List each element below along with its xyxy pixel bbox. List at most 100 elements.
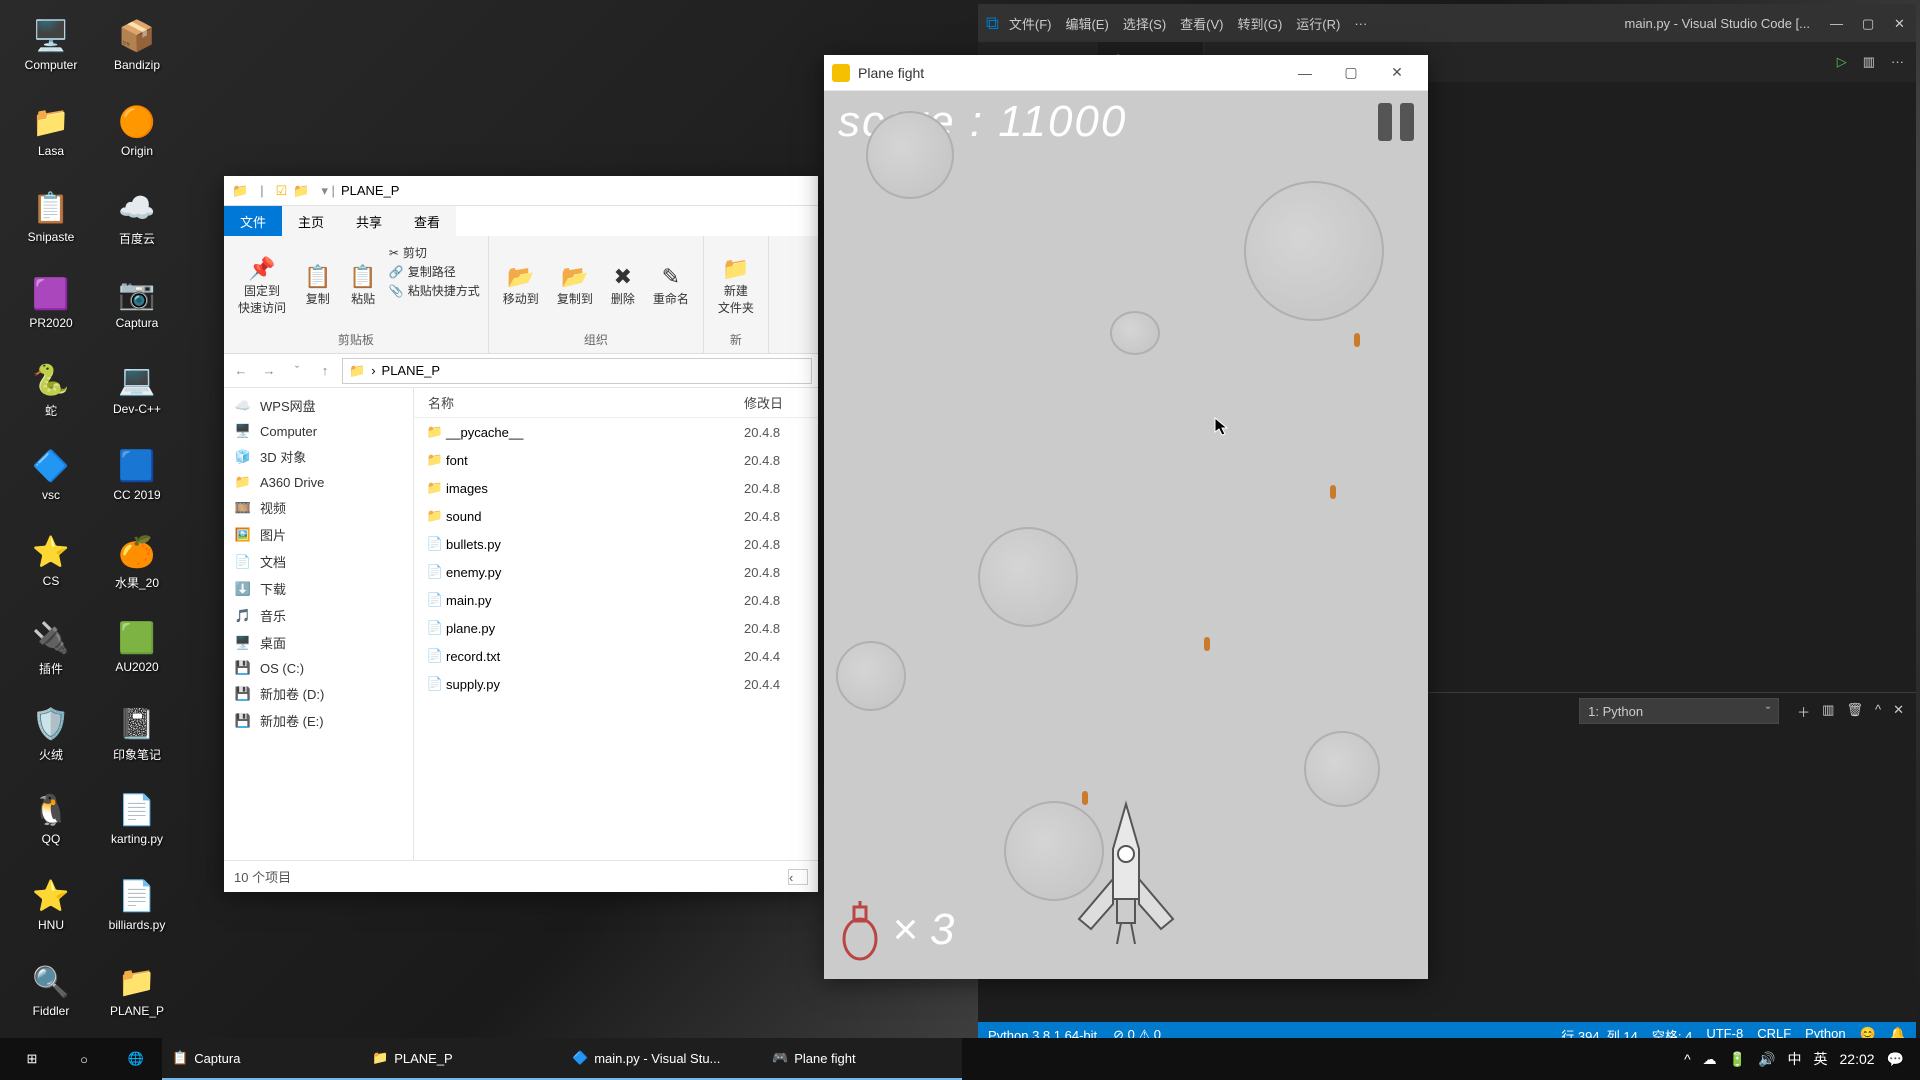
pin-quickaccess-button[interactable]: 📌固定到 快速访问 [232, 240, 292, 331]
file-list[interactable]: 📁__pycache__20.4.8📁font20.4.8📁images20.4… [414, 418, 818, 698]
file-row[interactable]: 📄plane.py20.4.8 [414, 614, 818, 642]
move-to-button[interactable]: 📂移动到 [497, 240, 545, 331]
menu-item[interactable]: 查看(V) [1180, 14, 1223, 33]
file-row[interactable]: 📁sound20.4.8 [414, 502, 818, 530]
desktop-icon[interactable]: 📁PLANE_P [94, 954, 180, 1040]
nav-item[interactable]: 📁A360 Drive [224, 470, 413, 494]
desktop-icon[interactable]: 📦Bandizip [94, 8, 180, 94]
nav-item[interactable]: 💾OS (C:) [224, 656, 413, 680]
col-date[interactable]: 修改日 [744, 393, 818, 412]
file-row[interactable]: 📄record.txt20.4.4 [414, 642, 818, 670]
path-segment[interactable]: PLANE_P [382, 363, 441, 378]
file-row[interactable]: 📁__pycache__20.4.8 [414, 418, 818, 446]
ime2-icon[interactable]: 英 [1814, 1049, 1828, 1069]
game-canvas[interactable]: score : 11000 [824, 91, 1428, 979]
new-terminal-button[interactable]: ＋ [1797, 702, 1810, 721]
nav-item[interactable]: 🎵音乐 [224, 602, 413, 629]
desktop-icon[interactable]: 🐧QQ [8, 782, 94, 868]
onedrive-icon[interactable]: ☁ [1703, 1051, 1717, 1068]
vscode-titlebar[interactable]: ⧉ 文件(F)编辑(E)选择(S)查看(V)转到(G)运行(R) ··· mai… [978, 4, 1916, 42]
copy-button[interactable]: 📋复制 [298, 240, 337, 331]
paste-button[interactable]: 📋粘贴 [343, 240, 382, 331]
battery-icon[interactable]: 🔋 [1729, 1051, 1746, 1068]
copy-to-button[interactable]: 📂复制到 [551, 240, 599, 331]
rename-button[interactable]: ✎重命名 [647, 240, 695, 331]
desktop-icon[interactable]: 📷Captura [94, 266, 180, 352]
close-button[interactable]: ✕ [1894, 16, 1908, 30]
paste-shortcut-button[interactable]: 📎 粘贴快捷方式 [389, 282, 480, 299]
up-button[interactable]: ↑ [314, 363, 336, 378]
nav-item[interactable]: 🖥️Computer [224, 419, 413, 443]
desktop-icon[interactable]: 📄billiards.py [94, 868, 180, 954]
address-bar[interactable]: 📁 › PLANE_P [342, 358, 812, 384]
file-row[interactable]: 📄enemy.py20.4.8 [414, 558, 818, 586]
scroll-left[interactable]: ‹ [788, 869, 808, 885]
menu-item[interactable]: 选择(S) [1123, 14, 1166, 33]
kill-terminal-button[interactable]: 🗑 [1846, 702, 1863, 721]
pause-button[interactable] [1378, 103, 1414, 141]
taskbar-app[interactable]: 🔷main.py - Visual Stu... [562, 1038, 762, 1080]
desktop-icon[interactable]: 🟩AU2020 [94, 610, 180, 696]
tray-chevron[interactable]: ^ [1684, 1051, 1691, 1067]
desktop-icon[interactable]: ☁️百度云 [94, 180, 180, 266]
desktop-icon[interactable]: 🖥️Computer [8, 8, 94, 94]
desktop-icon[interactable]: 💻Dev-C++ [94, 352, 180, 438]
explorer-titlebar[interactable]: 📁 | ☑ 📁 ▾ | PLANE_P [224, 176, 818, 206]
ribbon-tab[interactable]: 主页 [282, 206, 340, 236]
menu-item[interactable]: 运行(R) [1296, 14, 1340, 33]
notifications-button[interactable]: 💬 [1887, 1051, 1904, 1068]
history-button[interactable]: ˇ [286, 363, 308, 378]
col-name[interactable]: 名称 [414, 393, 744, 412]
close-terminal-button[interactable]: ✕ [1893, 702, 1904, 721]
desktop-icon[interactable]: 🟪PR2020 [8, 266, 94, 352]
desktop-icon[interactable]: 🟦CC 2019 [94, 438, 180, 524]
file-row[interactable]: 📄supply.py20.4.4 [414, 670, 818, 698]
split-editor-icon[interactable]: ▥ [1863, 54, 1875, 70]
desktop-icon[interactable]: 🔷vsc [8, 438, 94, 524]
taskbar-app[interactable]: 📁PLANE_P [362, 1038, 562, 1080]
desktop-icon[interactable]: 🔌插件 [8, 610, 94, 696]
chrome-icon[interactable]: 🌐 [110, 1038, 162, 1080]
ellipsis-menu[interactable]: ··· [1354, 16, 1367, 31]
file-row[interactable]: 📄main.py20.4.8 [414, 586, 818, 614]
taskbar-app[interactable]: 📋Captura [162, 1038, 362, 1080]
file-row[interactable]: 📄bullets.py20.4.8 [414, 530, 818, 558]
terminal-selector[interactable]: 1: Python ˇ [1579, 698, 1779, 724]
maximize-button[interactable]: ▢ [1862, 16, 1876, 30]
game-titlebar[interactable]: Plane fight — ▢ ✕ [824, 55, 1428, 91]
start-button[interactable]: ⊞ [6, 1038, 58, 1080]
nav-item[interactable]: 💾新加卷 (E:) [224, 707, 413, 734]
more-icon[interactable]: ··· [1891, 54, 1904, 70]
desktop-icon[interactable]: ⭐HNU [8, 868, 94, 954]
clock[interactable]: 22:02 [1840, 1051, 1875, 1067]
cut-button[interactable]: ✂ 剪切 [389, 244, 480, 261]
nav-item[interactable]: ⬇️下载 [224, 575, 413, 602]
nav-item[interactable]: 📄文档 [224, 548, 413, 575]
desktop-icon[interactable]: 🐍蛇 [8, 352, 94, 438]
run-icon[interactable]: ▷ [1837, 54, 1847, 70]
menu-item[interactable]: 编辑(E) [1065, 14, 1108, 33]
nav-item[interactable]: 🖥️桌面 [224, 629, 413, 656]
nav-item[interactable]: 🖼️图片 [224, 521, 413, 548]
cortana-button[interactable]: ○ [58, 1038, 110, 1080]
split-terminal-button[interactable]: ▥ [1822, 702, 1834, 721]
close-button[interactable]: ✕ [1374, 55, 1420, 91]
ribbon-tab[interactable]: 共享 [340, 206, 398, 236]
back-button[interactable]: ← [230, 363, 252, 378]
volume-icon[interactable]: 🔊 [1758, 1051, 1775, 1068]
maximize-button[interactable]: ▢ [1328, 55, 1374, 91]
menu-item[interactable]: 文件(F) [1009, 14, 1052, 33]
forward-button[interactable]: → [258, 363, 280, 378]
minimize-button[interactable]: — [1282, 55, 1328, 91]
menu-item[interactable]: 转到(G) [1238, 14, 1283, 33]
ribbon-tab[interactable]: 文件 [224, 206, 282, 236]
delete-button[interactable]: ✖删除 [605, 240, 641, 331]
desktop-icon[interactable]: 🟠Origin [94, 94, 180, 180]
ime-icon[interactable]: 中 [1788, 1049, 1802, 1069]
desktop-icon[interactable]: 📋Snipaste [8, 180, 94, 266]
minimize-button[interactable]: — [1830, 16, 1844, 30]
nav-item[interactable]: 🎞️视频 [224, 494, 413, 521]
nav-item[interactable]: 🧊3D 对象 [224, 443, 413, 470]
nav-item[interactable]: ☁️WPS网盘 [224, 392, 413, 419]
maximize-terminal-button[interactable]: ^ [1875, 702, 1881, 721]
